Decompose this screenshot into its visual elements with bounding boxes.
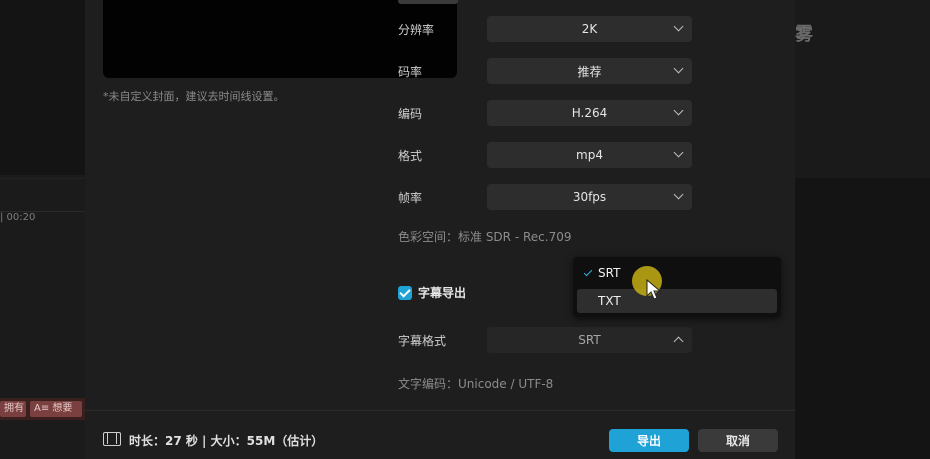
editor-left-band	[0, 0, 85, 175]
resolution-label: 分辨率	[398, 22, 435, 37]
codec-label: 编码	[398, 106, 423, 121]
format-label: 格式	[398, 148, 423, 163]
mouse-pointer-icon	[646, 279, 662, 300]
subtitle-export-toggle[interactable]: 字幕导出	[398, 284, 466, 301]
chevron-down-icon	[673, 147, 684, 158]
timeline-ruler	[0, 178, 85, 212]
export-summary: 时长：27 秒 | 大小：55M（估计）	[129, 434, 324, 448]
dropdown-option-label: SRT	[598, 266, 621, 280]
bitrate-value: 推荐	[577, 64, 602, 79]
resolution-value: 2K	[581, 22, 598, 36]
chevron-down-icon	[673, 21, 684, 32]
section-header-fragment	[398, 0, 458, 4]
framerate-label: 帧率	[398, 190, 423, 205]
subtitle-format-value: SRT	[578, 333, 601, 347]
chevron-down-icon	[673, 189, 684, 200]
format-value: mp4	[576, 148, 603, 162]
editor-preview-text: 雾	[795, 24, 813, 45]
dropdown-option-txt[interactable]: TXT	[577, 289, 777, 313]
checkbox-checked-icon[interactable]	[398, 285, 412, 300]
chevron-down-icon	[673, 63, 684, 74]
editor-left-panel: | 00:20 拥有 A≡ 想要	[0, 0, 85, 459]
checkmark-icon	[583, 267, 593, 277]
bitrate-label: 码率	[398, 64, 423, 79]
timeline-time-marker: | 00:20	[0, 212, 36, 223]
text-encoding-info: 文字编码：Unicode / UTF-8	[398, 377, 554, 391]
film-icon	[103, 432, 121, 446]
chevron-up-icon	[673, 336, 684, 347]
framerate-select[interactable]: 30fps	[487, 184, 692, 210]
codec-value: H.264	[571, 106, 608, 120]
bitrate-select[interactable]: 推荐	[487, 58, 692, 84]
dialog-footer: 时长：27 秒 | 大小：55M（估计） 导出 取消	[85, 410, 795, 459]
codec-select[interactable]: H.264	[487, 100, 692, 126]
subtitle-format-dropdown: SRT TXT	[573, 257, 781, 317]
timeline-clip-track: 拥有 A≡ 想要	[0, 398, 85, 420]
timeline-clip[interactable]: A≡ 想要	[30, 401, 82, 417]
resolution-select[interactable]: 2K	[487, 16, 692, 42]
subtitle-format-select[interactable]: SRT	[487, 327, 692, 353]
color-space-info: 色彩空间：标准 SDR - Rec.709	[398, 230, 572, 244]
subtitle-export-label: 字幕导出	[418, 286, 467, 300]
subtitle-format-label: 字幕格式	[398, 333, 447, 348]
export-button[interactable]: 导出	[609, 429, 689, 452]
framerate-value: 30fps	[572, 190, 607, 204]
dropdown-option-srt[interactable]: SRT	[577, 261, 777, 285]
dropdown-option-label: TXT	[598, 294, 621, 308]
chevron-down-icon	[673, 105, 684, 116]
format-select[interactable]: mp4	[487, 142, 692, 168]
timeline-clip[interactable]: 拥有	[0, 401, 26, 417]
editor-right-lower	[795, 178, 930, 459]
editor-right-panel: 雾	[795, 0, 930, 459]
cover-note: *未自定义封面，建议去时间线设置。	[103, 90, 285, 103]
cancel-button[interactable]: 取消	[698, 429, 778, 452]
